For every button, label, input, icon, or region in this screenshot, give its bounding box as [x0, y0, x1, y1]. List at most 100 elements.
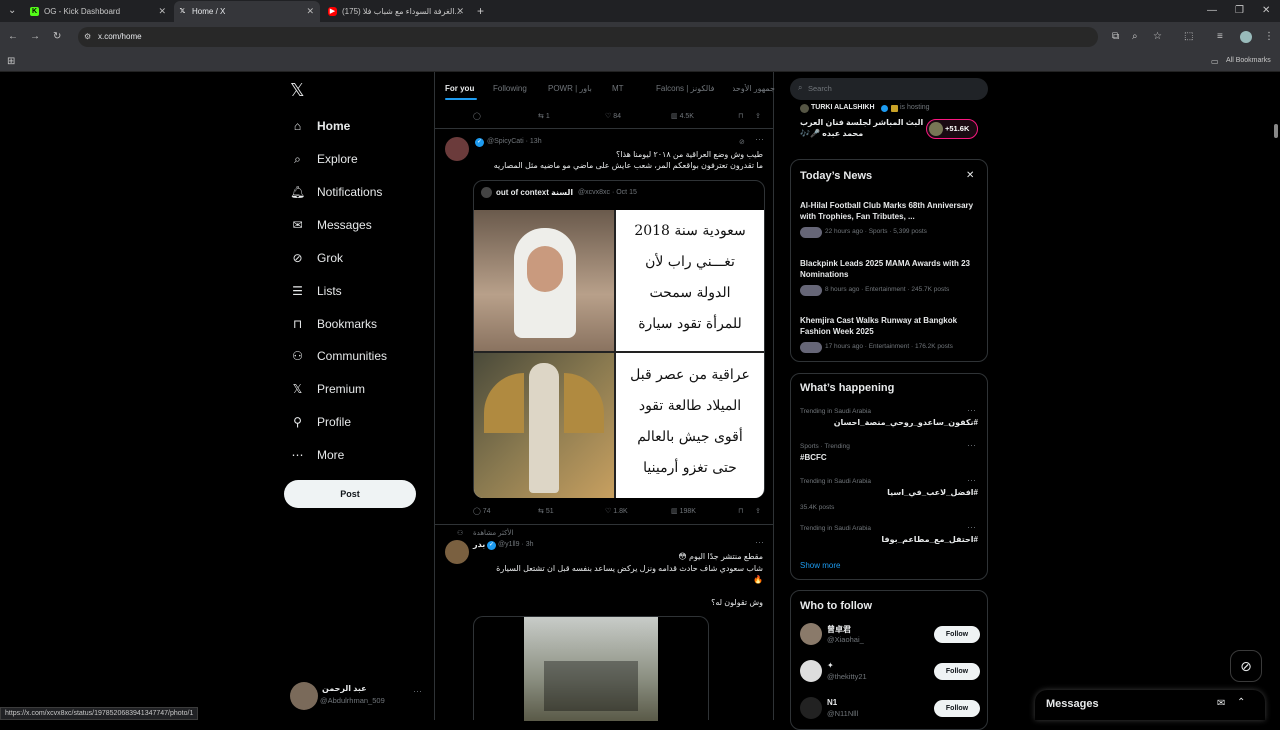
trend-item[interactable]: #احتفل_مع_مطاعم_بوفا: [881, 535, 978, 544]
nav-item-grok[interactable]: ⊘ Grok: [290, 246, 343, 270]
nav-item-bookmarks[interactable]: ⊓ Bookmarks: [290, 312, 377, 336]
nav-item-explore[interactable]: ⌕ Explore: [290, 147, 358, 171]
all-bookmarks-link[interactable]: All Bookmarks: [1226, 57, 1271, 64]
retweet-action[interactable]: ⇆ 51: [538, 507, 554, 515]
media-icon[interactable]: ≡: [1217, 30, 1223, 44]
back-icon[interactable]: ←: [8, 30, 18, 44]
follow-button[interactable]: Follow: [934, 626, 980, 643]
tweet-handle[interactable]: @SpicyCati · 13h: [487, 138, 542, 145]
nav-item-messages[interactable]: ✉ Messages: [290, 213, 371, 237]
tab-community[interactable]: جمهور الأوحد: [733, 84, 775, 93]
forward-icon[interactable]: →: [30, 30, 40, 44]
maximize-icon[interactable]: ❐: [1235, 4, 1244, 18]
reload-icon[interactable]: ↻: [53, 30, 61, 44]
tweet-image[interactable]: سعودية سنة 2018 تغـــني راب لأن الدولة س…: [474, 210, 764, 498]
tweet-handle[interactable]: @y1ll9 · 3h: [498, 541, 534, 548]
follow-name[interactable]: ✦: [827, 661, 834, 670]
like-action[interactable]: ♡ 1.8K: [605, 507, 628, 515]
scrollbar-thumb[interactable]: [1274, 124, 1278, 138]
account-avatar[interactable]: [290, 682, 318, 710]
news-item-title[interactable]: Al-Hilal Football Club Marks 68th Annive…: [800, 200, 980, 222]
tweet-more-icon[interactable]: ···: [755, 537, 764, 547]
trend-item[interactable]: #نكفون_ساعدو_روحي_منصة_احسان: [834, 418, 978, 427]
trend-item[interactable]: #BCFC: [800, 453, 827, 462]
trend-more-icon[interactable]: ···: [967, 440, 976, 450]
follow-avatar[interactable]: [800, 623, 822, 645]
tab-mt[interactable]: MT: [612, 84, 624, 93]
nav-item-communities[interactable]: ⚇ Communities: [290, 344, 387, 368]
tab-falcons[interactable]: Falcons | فالكونز: [656, 84, 714, 93]
new-tab-icon[interactable]: +: [477, 4, 484, 18]
messages-drawer[interactable]: Messages ✉ ⌃: [1035, 690, 1265, 720]
tab-kick-dashboard[interactable]: K OG - Kick Dashboard ✕: [26, 1, 172, 22]
live-listeners-pill[interactable]: +51.6K: [926, 119, 978, 139]
site-info-icon[interactable]: ⚙: [84, 30, 91, 44]
post-button[interactable]: Post: [284, 480, 416, 508]
account-more-icon[interactable]: ···: [413, 686, 422, 696]
nav-item-notifications[interactable]: 🔔︎ Notifications: [290, 180, 382, 204]
tweet-more-icon[interactable]: ···: [755, 134, 764, 144]
search-box[interactable]: ⌕ Search: [790, 78, 988, 100]
search-input[interactable]: Search: [808, 84, 832, 93]
live-space-card[interactable]: TURKI ALALSHIKH is hosting البث المباشر …: [790, 100, 988, 146]
close-tab-icon[interactable]: ✕: [158, 1, 166, 22]
apps-grid-icon[interactable]: ⊞: [7, 55, 15, 69]
tweet-video[interactable]: [473, 616, 709, 721]
trend-item[interactable]: #افضل_لاعب_في_اسيا: [887, 488, 978, 497]
cast-icon[interactable]: ⧉: [1112, 30, 1119, 44]
reply-icon[interactable]: ◯: [473, 112, 481, 120]
minimize-icon[interactable]: —: [1207, 4, 1217, 18]
tab-home-x[interactable]: 𝕏 Home / X ✕: [174, 1, 320, 22]
show-more-link[interactable]: Show more: [800, 561, 840, 570]
follow-avatar[interactable]: [800, 660, 822, 682]
tab-powr[interactable]: POWR | باور: [548, 84, 592, 93]
close-icon[interactable]: ✕: [966, 170, 974, 181]
nav-item-lists[interactable]: ☰ Lists: [290, 279, 342, 303]
bookmark-icon[interactable]: ⊓: [738, 507, 743, 515]
trend-more-icon[interactable]: ···: [967, 405, 976, 415]
reply-action[interactable]: ◯ 74: [473, 507, 491, 515]
nav-item-premium[interactable]: 𝕏 Premium: [290, 377, 365, 401]
follow-name[interactable]: N1: [827, 698, 837, 707]
tab-search-icon[interactable]: ⌄: [8, 4, 16, 18]
url-field[interactable]: ⚙ x.com/home: [78, 27, 1098, 47]
nav-item-more[interactable]: ⋯ More: [290, 443, 345, 467]
follow-button[interactable]: Follow: [934, 700, 980, 717]
close-tab-icon[interactable]: ✕: [306, 1, 314, 22]
share-icon[interactable]: ⇪: [755, 507, 761, 515]
close-tab-icon[interactable]: ✕: [456, 1, 464, 22]
bookmark-icon[interactable]: ⊓: [738, 112, 743, 120]
nav-item-profile[interactable]: ⚲ Profile: [290, 410, 351, 434]
x-logo-icon[interactable]: 𝕏: [290, 80, 305, 101]
share-icon[interactable]: ⇪: [755, 112, 761, 120]
zoom-icon[interactable]: ⌕: [1132, 30, 1138, 44]
news-item-title[interactable]: Blackpink Leads 2025 MAMA Awards with 23…: [800, 258, 980, 280]
extensions-icon[interactable]: ⬚: [1184, 30, 1193, 44]
trend-more-icon[interactable]: ···: [967, 475, 976, 485]
close-window-icon[interactable]: ✕: [1262, 4, 1270, 18]
tweet-avatar[interactable]: [445, 540, 469, 564]
news-item-title[interactable]: Khemjira Cast Walks Runway at Bangkok Fa…: [800, 315, 980, 337]
new-message-icon[interactable]: ✉: [1217, 698, 1225, 709]
quote-tweet[interactable]: out of context السنة @xcvx8xc · Oct 15 س…: [473, 180, 765, 498]
tweet-author-name[interactable]: بدر: [473, 540, 485, 549]
menu-icon[interactable]: ⋮: [1264, 30, 1274, 44]
nav-item-home[interactable]: ⌂ Home: [290, 114, 350, 138]
tab-for-you[interactable]: For you: [445, 84, 474, 93]
grok-fab-icon[interactable]: ⊘: [1230, 650, 1262, 682]
views-action[interactable]: ▥ 198K: [671, 507, 696, 515]
follow-avatar[interactable]: [800, 697, 822, 719]
tab-following[interactable]: Following: [493, 84, 527, 93]
retweet-action[interactable]: ⇆ 1: [538, 112, 550, 120]
grok-icon[interactable]: ⊘: [739, 138, 745, 146]
views-action[interactable]: ▥ 4.5K: [671, 112, 694, 120]
follow-name[interactable]: 曾卓君: [827, 624, 851, 635]
expand-icon[interactable]: ⌃: [1237, 697, 1245, 708]
profile-avatar-icon[interactable]: [1240, 31, 1252, 43]
star-icon[interactable]: ☆: [1153, 30, 1162, 44]
like-action[interactable]: ♡ 84: [605, 112, 621, 120]
trend-more-icon[interactable]: ···: [967, 522, 976, 532]
tab-youtube[interactable]: ▶ (175) الغرفة السوداء مع شباب فلا... ✕: [324, 1, 470, 22]
follow-button[interactable]: Follow: [934, 663, 980, 680]
tweet-avatar[interactable]: [445, 137, 469, 161]
